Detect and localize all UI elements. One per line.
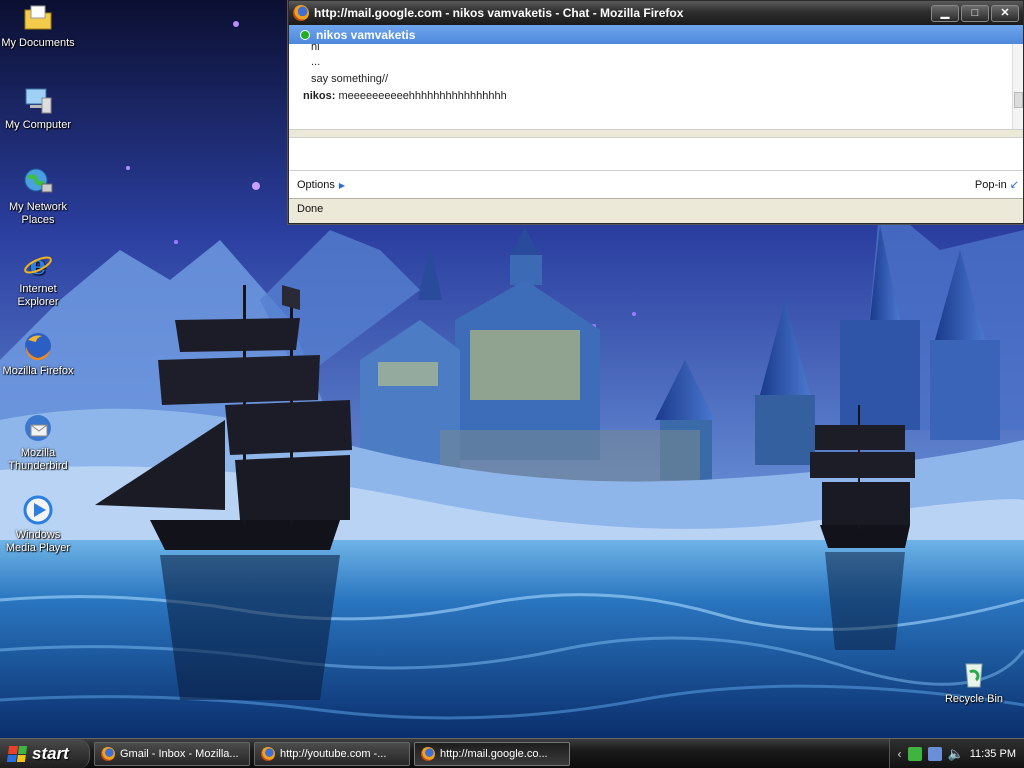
start-label: start: [32, 743, 69, 763]
desktop-icon-label: Mozilla Thunderbird: [8, 447, 68, 472]
desktop-icon-my-computer[interactable]: My Computer: [0, 84, 76, 132]
window-title: http://mail.google.com - nikos vamvaketi…: [314, 6, 684, 20]
clock[interactable]: 11:35 PM: [970, 748, 1016, 760]
popin-label: Pop-in: [974, 179, 1007, 191]
message-text: hi: [311, 44, 320, 53]
message-text: ...: [311, 56, 321, 68]
desktop-icon-label: My Network Places: [8, 201, 68, 226]
firefox-icon: [22, 330, 54, 362]
internet-explorer-icon: e: [22, 248, 54, 281]
desktop-icon-recycle-bin[interactable]: Recycle Bin: [936, 658, 1012, 706]
desktop-icon-thunderbird[interactable]: Mozilla Thunderbird: [0, 412, 76, 473]
message-sender: nikos:: [303, 90, 336, 102]
desktop-icon-label: Windows Media Player: [5, 529, 71, 554]
volume-icon[interactable]: 🔈: [948, 746, 964, 762]
chevron-left-icon[interactable]: ‹: [898, 747, 902, 761]
firefox-icon: [293, 5, 309, 21]
browser-status-bar: Done: [289, 198, 1023, 219]
task-label: http://mail.google.co...: [440, 747, 548, 760]
taskbar: start Gmail - Inbox - Mozilla... http://…: [0, 738, 1024, 768]
desktop-icon-label: Mozilla Firefox: [2, 365, 74, 377]
chat-message-input[interactable]: [289, 137, 1023, 171]
desktop-icon-network-places[interactable]: My Network Places: [0, 166, 76, 227]
network-places-icon: [22, 166, 54, 198]
my-documents-folder-icon: [22, 2, 54, 34]
close-button[interactable]: ✕: [991, 4, 1019, 22]
safely-remove-icon[interactable]: [907, 746, 922, 761]
online-status-icon: [300, 29, 310, 40]
popin-link[interactable]: Pop-in ↙: [975, 178, 1019, 191]
windows-logo-icon: [6, 745, 28, 762]
status-text: Done: [297, 203, 324, 215]
task-label: Gmail - Inbox - Mozilla...: [120, 747, 239, 760]
window-titlebar[interactable]: http://mail.google.com - nikos vamvaketi…: [289, 1, 1023, 25]
chat-header[interactable]: nikos vamvaketis: [289, 25, 1023, 44]
svg-text:e: e: [30, 251, 47, 280]
desktop-icon-label: Recycle Bin: [944, 693, 1004, 705]
start-button[interactable]: start: [0, 738, 90, 768]
desktop-icon-label: My Computer: [4, 119, 72, 131]
firefox-chat-window[interactable]: http://mail.google.com - nikos vamvaketi…: [288, 0, 1024, 224]
chat-message: nikos: meeeeeeeeeehhhhhhhhhhhhhhhh: [303, 88, 1009, 105]
chat-log[interactable]: hi ... say something// nikos: meeeeeeeee…: [289, 44, 1023, 130]
network-icon[interactable]: [927, 746, 942, 761]
options-link[interactable]: Options ▶: [297, 179, 345, 191]
system-tray: ‹ 🔈 11:35 PM: [888, 738, 1024, 768]
chat-options-bar: Options ▶ Pop-in ↙: [289, 171, 1023, 198]
chat-scrollbar[interactable]: [1012, 44, 1023, 129]
chat-contact-name: nikos vamvaketis: [316, 27, 416, 42]
triangle-right-icon: ▶: [338, 180, 346, 190]
desktop-icon-my-documents[interactable]: My Documents: [0, 2, 76, 50]
message-text: say something//: [311, 73, 389, 85]
maximize-button[interactable]: □: [961, 4, 989, 22]
options-label: Options: [297, 178, 335, 191]
task-label: http://youtube.com -...: [280, 747, 387, 760]
chat-message: ...: [303, 54, 1009, 71]
my-computer-icon: [22, 84, 54, 116]
recycle-bin-icon: [958, 658, 990, 690]
taskbar-button-youtube[interactable]: http://youtube.com -...: [254, 741, 410, 766]
popin-arrow-icon: ↙: [1009, 179, 1019, 191]
chat-message: hi: [303, 44, 1009, 54]
desktop-icon-label: My Documents: [1, 37, 75, 49]
firefox-icon: [261, 746, 275, 761]
chat-message: say something//: [303, 71, 1009, 88]
taskbar-button-gmail-chat[interactable]: http://mail.google.co...: [414, 741, 570, 766]
media-player-icon: [22, 494, 54, 526]
desktop-icon-internet-explorer[interactable]: e Internet Explorer: [0, 248, 76, 309]
taskbar-button-gmail[interactable]: Gmail - Inbox - Mozilla...: [94, 741, 250, 766]
scrollbar-thumb[interactable]: [1014, 92, 1023, 108]
desktop-icon-label: Internet Explorer: [17, 283, 59, 308]
message-text: meeeeeeeeeehhhhhhhhhhhhhhhh: [338, 90, 507, 102]
desktop-icon-firefox[interactable]: Mozilla Firefox: [0, 330, 76, 378]
firefox-icon: [421, 746, 435, 761]
thunderbird-icon: [22, 412, 54, 444]
minimize-button[interactable]: ▁: [931, 4, 959, 22]
firefox-icon: [101, 746, 115, 761]
desktop-icon-media-player[interactable]: Windows Media Player: [0, 494, 76, 555]
